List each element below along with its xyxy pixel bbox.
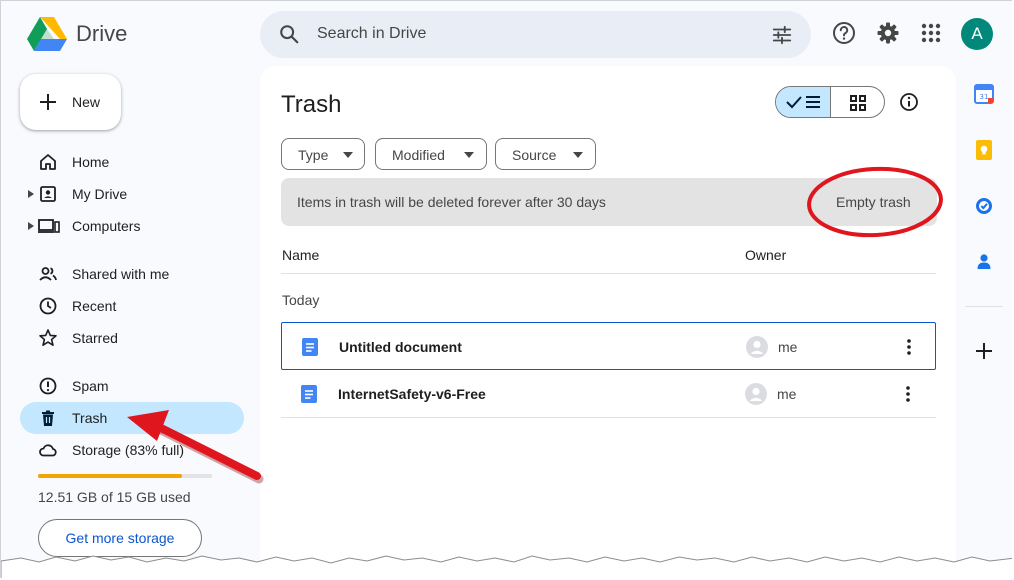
filter-chip-label: Modified: [392, 147, 445, 163]
sidebar-item-my-drive[interactable]: My Drive: [20, 178, 244, 210]
empty-trash-button[interactable]: Empty trash: [836, 194, 911, 210]
sidebar-item-recent[interactable]: Recent: [20, 290, 244, 322]
new-button-label: New: [72, 94, 101, 110]
new-button[interactable]: New: [20, 74, 121, 130]
sidebar-item-label: My Drive: [72, 186, 128, 202]
calendar-icon[interactable]: 31: [973, 83, 995, 105]
google-doc-icon: [301, 385, 317, 403]
clock-icon: [39, 297, 57, 315]
drive-logo-icon[interactable]: [27, 15, 67, 51]
list-view-icon: [786, 96, 820, 109]
torn-edge-decoration: [1, 555, 1012, 578]
sidebar-item-storage[interactable]: Storage (83% full): [20, 434, 244, 466]
svg-text:31: 31: [980, 93, 989, 101]
file-name: Untitled document: [339, 339, 462, 355]
file-name: InternetSafety-v6-Free: [338, 386, 486, 402]
owner-avatar-icon: [746, 336, 768, 358]
file-row[interactable]: InternetSafety-v6-Free me: [281, 370, 936, 418]
caret-right-icon[interactable]: [28, 222, 34, 230]
filter-modified-chip[interactable]: Modified: [375, 138, 487, 170]
settings-icon[interactable]: [875, 20, 901, 46]
more-options-icon[interactable]: [904, 337, 914, 357]
dropdown-arrow-icon: [343, 152, 353, 158]
app-title: Drive: [76, 21, 128, 46]
sidebar-item-shared[interactable]: Shared with me: [20, 258, 244, 290]
spam-icon: [39, 377, 57, 395]
search-input[interactable]: Search in Drive: [317, 25, 426, 43]
sidebar-item-label: Home: [72, 154, 110, 170]
sidebar-item-home[interactable]: Home: [20, 146, 244, 178]
my-drive-icon: [40, 186, 56, 202]
caret-right-icon[interactable]: [28, 190, 34, 198]
add-icon[interactable]: [973, 340, 995, 362]
filter-source-chip[interactable]: Source: [495, 138, 596, 170]
file-owner: me: [777, 386, 797, 402]
home-icon: [40, 154, 56, 170]
sidebar-item-label: Starred: [72, 330, 118, 346]
search-bar[interactable]: Search in Drive: [260, 11, 811, 58]
google-doc-icon: [302, 338, 318, 356]
computers-icon: [38, 219, 60, 233]
page-title: Trash: [281, 91, 342, 118]
sidebar-item-label: Shared with me: [72, 266, 170, 282]
cloud-icon: [39, 444, 57, 457]
trash-info-banner: Items in trash will be deleted forever a…: [281, 178, 937, 226]
column-header-owner[interactable]: Owner: [745, 247, 786, 263]
rail-divider: [965, 306, 1003, 307]
grid-view-icon: [850, 95, 866, 111]
file-owner: me: [778, 339, 798, 355]
storage-usage-text: 12.51 GB of 15 GB used: [38, 489, 191, 505]
sidebar-item-label: Storage (83% full): [72, 442, 185, 458]
more-options-icon[interactable]: [903, 384, 913, 404]
contacts-icon[interactable]: [973, 251, 995, 273]
sidebar-item-trash[interactable]: Trash: [20, 402, 244, 434]
sidebar-item-label: Computers: [72, 218, 141, 234]
list-view-button[interactable]: [776, 87, 831, 117]
group-label-today: Today: [282, 292, 320, 308]
sidebar-item-label: Recent: [72, 298, 117, 314]
filter-chip-label: Source: [512, 147, 557, 163]
storage-progress-fill: [38, 474, 183, 478]
apps-grid-icon[interactable]: [918, 20, 944, 46]
filter-type-chip[interactable]: Type: [281, 138, 365, 170]
sidebar-item-spam[interactable]: Spam: [20, 370, 244, 402]
sidebar-item-label: Trash: [72, 410, 108, 426]
main-panel: Trash Type Modified Source Items in tras…: [260, 66, 956, 578]
column-header-name[interactable]: Name: [282, 247, 319, 263]
shared-icon: [39, 267, 57, 281]
banner-message: Items in trash will be deleted forever a…: [297, 194, 606, 210]
dropdown-arrow-icon: [573, 152, 583, 158]
dropdown-arrow-icon: [464, 152, 474, 158]
sidebar-item-computers[interactable]: Computers: [20, 210, 244, 242]
app-window: Drive Search in Drive A New Home My Driv…: [0, 0, 1012, 578]
file-row[interactable]: Untitled document me: [281, 322, 936, 370]
sidebar-item-label: Spam: [72, 378, 109, 394]
trash-icon: [42, 410, 54, 426]
keep-icon[interactable]: [973, 139, 995, 161]
info-icon[interactable]: [899, 92, 919, 112]
filter-chip-label: Type: [298, 147, 329, 163]
plus-icon: [40, 94, 56, 110]
tune-icon[interactable]: [771, 24, 793, 46]
search-icon[interactable]: [278, 23, 300, 45]
divider: [281, 417, 936, 418]
sidebar-item-starred[interactable]: Starred: [20, 322, 244, 354]
tasks-icon[interactable]: [973, 195, 995, 217]
help-icon[interactable]: [831, 20, 857, 46]
view-toggle[interactable]: [775, 86, 885, 118]
divider: [281, 273, 936, 274]
account-avatar[interactable]: A: [961, 18, 993, 50]
owner-avatar-icon: [745, 383, 767, 405]
storage-progress: [38, 474, 212, 478]
star-icon: [39, 329, 57, 347]
